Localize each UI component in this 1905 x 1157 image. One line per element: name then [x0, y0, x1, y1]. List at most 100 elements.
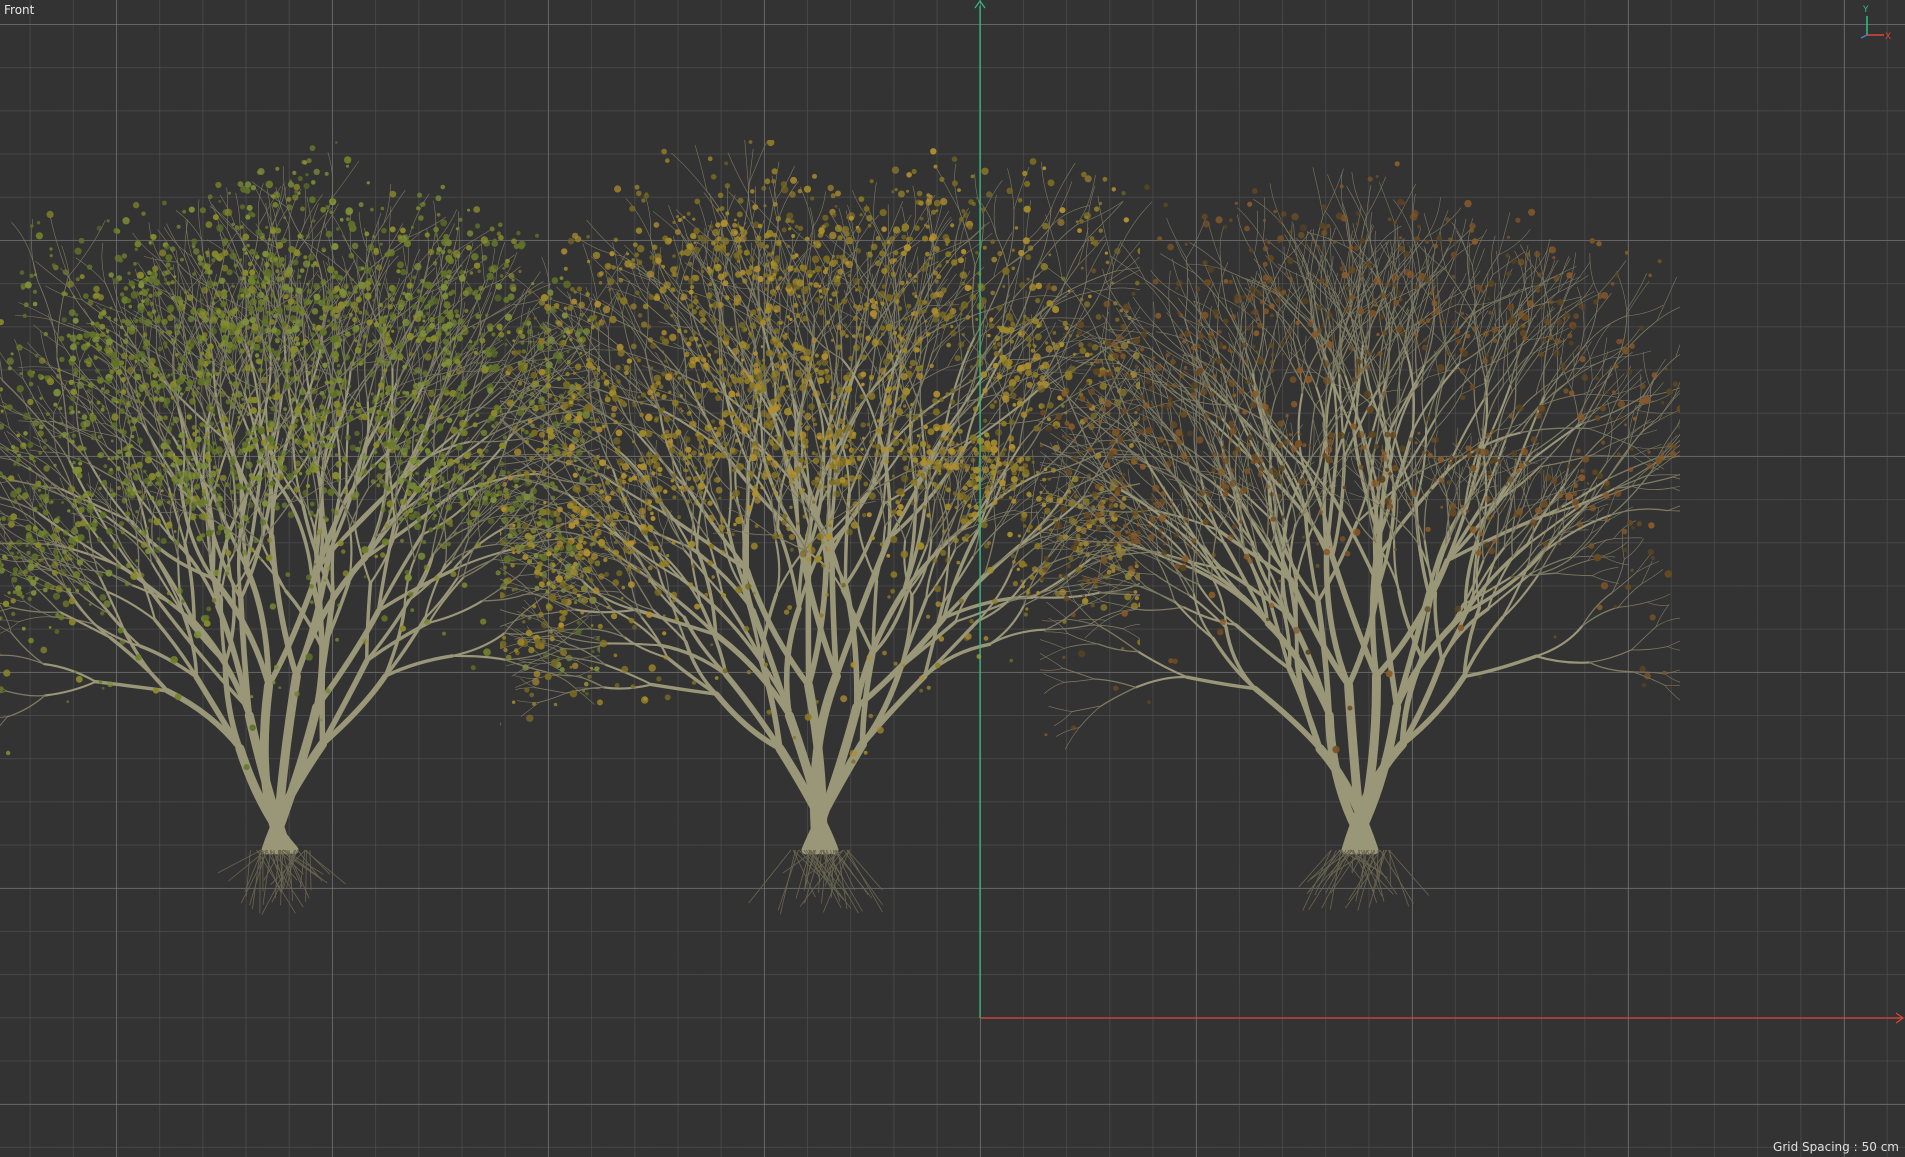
leaf	[11, 444, 16, 450]
leaf	[22, 412, 31, 421]
leaf	[305, 421, 310, 426]
leaf	[345, 207, 354, 215]
leaf	[305, 450, 310, 455]
view-name-label[interactable]: Front	[4, 3, 34, 17]
leaf	[320, 206, 327, 213]
leaf	[461, 409, 467, 415]
leaf	[216, 224, 224, 232]
leaf	[191, 506, 196, 511]
leaf	[157, 346, 163, 352]
leaf	[428, 248, 435, 255]
leaf	[432, 516, 436, 521]
leaf	[295, 467, 301, 473]
leaf	[207, 360, 212, 365]
leaf	[309, 501, 315, 507]
branch	[926, 208, 934, 253]
leaf	[155, 481, 159, 486]
branch	[787, 307, 792, 338]
leaf	[31, 553, 39, 561]
leaf	[427, 500, 433, 506]
leaf	[385, 385, 393, 393]
leaf	[125, 581, 130, 587]
leaf	[309, 403, 314, 409]
leaf	[97, 435, 102, 439]
leaf	[38, 451, 42, 455]
branch	[982, 180, 1003, 214]
leaf	[171, 475, 178, 483]
leaf	[161, 451, 168, 458]
leaf	[146, 392, 150, 397]
leaf	[441, 386, 449, 394]
3d-viewport[interactable]: Front Y X Grid Spacing : 50 cm	[0, 0, 1905, 1157]
leaf	[292, 259, 299, 266]
leaf	[372, 235, 376, 239]
branch	[319, 657, 370, 747]
leaf	[86, 361, 92, 368]
leaf	[250, 368, 255, 373]
leaf	[174, 323, 181, 330]
leaf	[184, 483, 189, 488]
leaf	[267, 272, 272, 277]
leaf	[288, 424, 295, 431]
leaf	[174, 329, 181, 336]
branch	[42, 662, 97, 683]
leaf	[98, 486, 102, 491]
leaf	[192, 431, 198, 437]
leaf	[408, 336, 413, 341]
leaf	[416, 516, 422, 523]
leaf	[472, 497, 479, 503]
leaf	[97, 452, 102, 458]
leaf	[397, 304, 404, 311]
leaf	[402, 318, 410, 327]
leaf	[396, 269, 401, 274]
leaf	[368, 370, 376, 378]
leaf	[119, 521, 125, 527]
leaf	[212, 214, 219, 221]
leaf	[383, 368, 388, 373]
leaf	[189, 398, 196, 405]
leaf	[408, 508, 414, 513]
leaf	[440, 184, 446, 190]
leaf	[232, 285, 235, 288]
root	[228, 849, 267, 882]
leaf	[266, 394, 270, 398]
leaf	[242, 318, 250, 326]
leaf	[413, 314, 417, 319]
leaf	[332, 322, 339, 329]
leaf	[405, 490, 412, 497]
leaf	[331, 350, 339, 358]
leaf	[7, 366, 12, 371]
leaf	[372, 298, 376, 302]
leaf	[176, 386, 182, 392]
leaf	[491, 332, 496, 337]
leaf	[446, 274, 451, 279]
leaf	[241, 514, 249, 522]
leaf	[243, 764, 250, 771]
leaf	[19, 372, 23, 376]
leaf	[32, 419, 40, 427]
leaf	[128, 472, 132, 476]
branch	[53, 412, 58, 455]
leaf	[11, 576, 18, 583]
leaf	[339, 288, 346, 295]
leaf	[220, 474, 227, 481]
leaf	[116, 485, 121, 491]
leaf	[411, 425, 419, 433]
branch	[432, 200, 437, 246]
leaf	[170, 338, 177, 345]
leaf	[457, 318, 464, 325]
leaf	[244, 181, 252, 188]
leaf	[72, 571, 81, 579]
leaf	[399, 538, 405, 543]
leaf	[486, 419, 491, 424]
leaf	[101, 686, 105, 690]
leaf	[264, 341, 268, 345]
leaf	[103, 347, 109, 352]
leaf	[191, 425, 197, 430]
branch	[198, 199, 203, 241]
leaf	[127, 366, 135, 375]
leaf	[134, 240, 142, 248]
leaf	[363, 575, 367, 579]
leaf	[379, 392, 385, 398]
leaf	[344, 156, 352, 164]
